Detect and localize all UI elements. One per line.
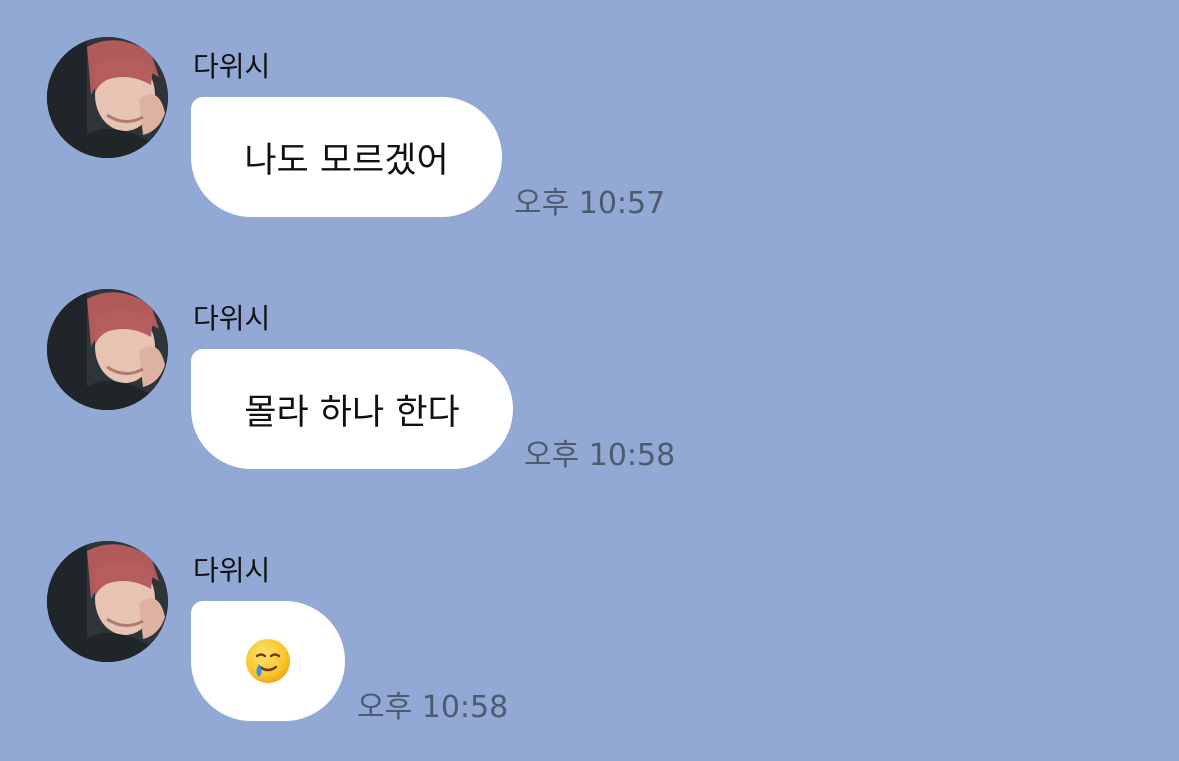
profile-photo <box>47 289 168 410</box>
sender-name: 다위시 <box>193 302 271 335</box>
profile-photo <box>47 541 168 662</box>
message-timestamp: 오후 10:58 <box>524 438 676 473</box>
profile-photo <box>47 37 168 158</box>
avatar[interactable] <box>47 289 168 410</box>
chat-thread[interactable]: 다위시 나도 모르겠어 오후 10:57 다위시 몰라 하나 한다 오후 10:… <box>0 0 1179 761</box>
message-bubble[interactable]: 몰라 하나 한다 <box>191 349 513 469</box>
message-bubble[interactable]: 나도 모르겠어 <box>191 97 502 217</box>
message-row: 다위시 오후 10:58 <box>0 541 1179 741</box>
message-row: 다위시 나도 모르겠어 오후 10:57 <box>0 37 1179 237</box>
smiling-face-with-tear-icon <box>246 639 290 683</box>
sender-name: 다위시 <box>193 50 271 83</box>
avatar[interactable] <box>47 37 168 158</box>
message-timestamp: 오후 10:57 <box>514 186 666 221</box>
message-bubble[interactable] <box>191 601 345 721</box>
message-text: 몰라 하나 한다 <box>244 392 460 433</box>
sender-name: 다위시 <box>193 554 271 587</box>
message-row: 다위시 몰라 하나 한다 오후 10:58 <box>0 289 1179 489</box>
avatar[interactable] <box>47 541 168 662</box>
message-timestamp: 오후 10:58 <box>357 690 509 725</box>
message-text: 나도 모르겠어 <box>244 140 449 181</box>
